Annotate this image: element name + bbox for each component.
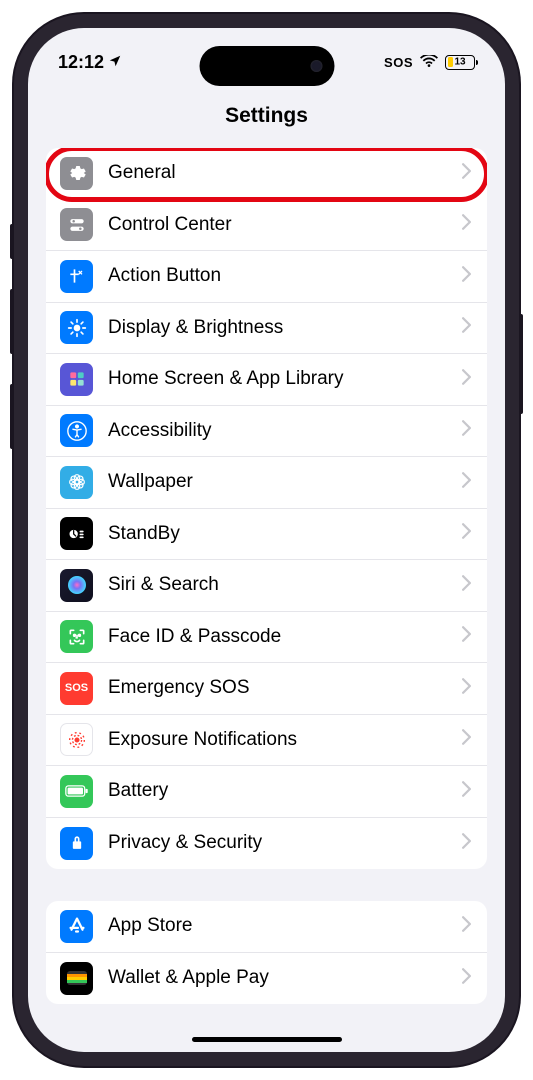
- page-header: Settings: [28, 88, 505, 148]
- row-label: Control Center: [108, 214, 462, 236]
- row-label: Emergency SOS: [108, 677, 462, 699]
- chevron-right-icon: [462, 915, 471, 938]
- row-label: Privacy & Security: [108, 832, 462, 854]
- chevron-right-icon: [462, 162, 471, 185]
- settings-row-action-button[interactable]: Action Button: [46, 251, 487, 303]
- wallpaper-icon: [60, 466, 93, 499]
- settings-row-privacy[interactable]: Privacy & Security: [46, 818, 487, 870]
- row-label: Battery: [108, 780, 462, 802]
- control-center-icon: [60, 208, 93, 241]
- chevron-right-icon: [462, 625, 471, 648]
- chevron-right-icon: [462, 522, 471, 545]
- privacy-icon: [60, 827, 93, 860]
- settings-row-accessibility[interactable]: Accessibility: [46, 406, 487, 458]
- chevron-right-icon: [462, 728, 471, 751]
- row-label: Siri & Search: [108, 574, 462, 596]
- chevron-right-icon: [462, 967, 471, 990]
- standby-icon: [60, 517, 93, 550]
- battery-icon: 13: [445, 55, 475, 70]
- phone-frame: 12:12 SOS 13 Settings GeneralControl Cen: [14, 14, 519, 1066]
- status-sos: SOS: [384, 55, 413, 70]
- chevron-right-icon: [462, 832, 471, 855]
- home-screen-icon: [60, 363, 93, 396]
- chevron-right-icon: [462, 574, 471, 597]
- location-arrow-icon: [108, 52, 122, 73]
- chevron-right-icon: [462, 471, 471, 494]
- siri-icon: [60, 569, 93, 602]
- general-icon: [60, 157, 93, 190]
- sos-icon: SOS: [60, 672, 93, 705]
- phone-side-buttons: [10, 224, 14, 479]
- chevron-right-icon: [462, 419, 471, 442]
- row-label: App Store: [108, 915, 462, 937]
- row-label: Wallet & Apple Pay: [108, 967, 462, 989]
- home-indicator[interactable]: [192, 1037, 342, 1042]
- phone-power-button: [519, 314, 523, 414]
- settings-row-battery[interactable]: Battery: [46, 766, 487, 818]
- display-icon: [60, 311, 93, 344]
- settings-group-2: App Store Wallet & Apple Pay: [46, 901, 487, 1004]
- wifi-icon: [420, 55, 438, 69]
- screen: 12:12 SOS 13 Settings GeneralControl Cen: [28, 28, 505, 1052]
- settings-row-wallet[interactable]: Wallet & Apple Pay: [46, 953, 487, 1005]
- faceid-icon: [60, 620, 93, 653]
- settings-row-exposure[interactable]: Exposure Notifications: [46, 715, 487, 767]
- row-label: Display & Brightness: [108, 317, 462, 339]
- row-label: Action Button: [108, 265, 462, 287]
- settings-row-standby[interactable]: StandBy: [46, 509, 487, 561]
- row-label: Accessibility: [108, 420, 462, 442]
- chevron-right-icon: [462, 780, 471, 803]
- dynamic-island: [199, 46, 334, 86]
- accessibility-icon: [60, 414, 93, 447]
- chevron-right-icon: [462, 316, 471, 339]
- settings-row-sos[interactable]: SOS Emergency SOS: [46, 663, 487, 715]
- battery-icon: [60, 775, 93, 808]
- chevron-right-icon: [462, 368, 471, 391]
- appstore-icon: [60, 910, 93, 943]
- settings-row-faceid[interactable]: Face ID & Passcode: [46, 612, 487, 664]
- settings-row-wallpaper[interactable]: Wallpaper: [46, 457, 487, 509]
- page-title: Settings: [28, 104, 505, 128]
- settings-row-control-center[interactable]: Control Center: [46, 200, 487, 252]
- action-button-icon: [60, 260, 93, 293]
- row-label: Face ID & Passcode: [108, 626, 462, 648]
- settings-row-display[interactable]: Display & Brightness: [46, 303, 487, 355]
- chevron-right-icon: [462, 265, 471, 288]
- status-time: 12:12: [58, 52, 104, 73]
- settings-row-siri[interactable]: Siri & Search: [46, 560, 487, 612]
- row-label: General: [108, 162, 462, 184]
- settings-row-general[interactable]: General: [46, 148, 487, 200]
- settings-row-home-screen[interactable]: Home Screen & App Library: [46, 354, 487, 406]
- row-label: Wallpaper: [108, 471, 462, 493]
- wallet-icon: [60, 962, 93, 995]
- settings-row-appstore[interactable]: App Store: [46, 901, 487, 953]
- chevron-right-icon: [462, 677, 471, 700]
- battery-level: 13: [454, 57, 465, 68]
- row-label: StandBy: [108, 523, 462, 545]
- settings-content[interactable]: General Control Center Action Button Displa…: [28, 148, 505, 1052]
- row-label: Exposure Notifications: [108, 729, 462, 751]
- settings-group-1: General Control Center Action Button Displa…: [46, 148, 487, 869]
- exposure-icon: [60, 723, 93, 756]
- chevron-right-icon: [462, 213, 471, 236]
- row-label: Home Screen & App Library: [108, 368, 462, 390]
